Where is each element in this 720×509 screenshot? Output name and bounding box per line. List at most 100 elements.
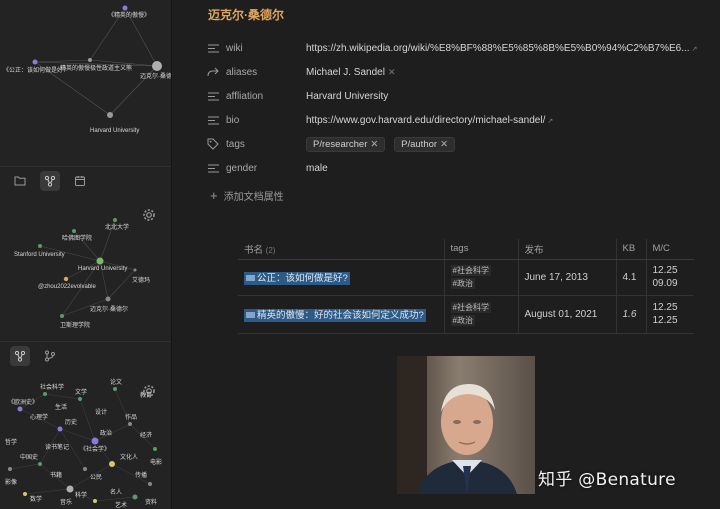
svg-text:影像: 影像 (5, 478, 17, 486)
graph-node-label: 迈克尔·桑德尔 (140, 72, 172, 80)
folder-icon (14, 176, 26, 186)
tags-cell: #社会科学 #政治 (444, 259, 519, 296)
page-title[interactable]: 迈克尔·桑德尔 (208, 6, 284, 23)
property-value-tags: P/researcher ✕ P/author ✕ (306, 136, 716, 152)
tag-link[interactable]: #政治 (450, 315, 475, 326)
graph-tab-button[interactable] (40, 170, 60, 191)
svg-text:名人: 名人 (110, 488, 122, 496)
graph-node (32, 59, 38, 65)
plus-icon: + (210, 188, 218, 203)
property-key: wiki (226, 42, 243, 54)
svg-text:艺术: 艺术 (115, 501, 127, 509)
property-key: affliation (226, 90, 264, 102)
svg-text:论文: 论文 (110, 378, 122, 386)
book-icon (246, 275, 255, 282)
graph-node (96, 257, 104, 265)
table-row[interactable]: 精英的傲慢：好的社会该如何定义成功? #社会科学 #政治 August 01, 2… (238, 295, 694, 334)
tag-link[interactable]: #社会科学 (450, 265, 491, 276)
column-header-name[interactable]: 书名 (2) (238, 239, 445, 260)
property-row-wiki[interactable]: wiki https://zh.wikipedia.org/wiki/%E8%B… (206, 38, 716, 58)
remove-alias-icon[interactable]: ✕ (388, 67, 396, 77)
book-name-cell[interactable]: 公正：该如何做是好? (238, 259, 445, 296)
table-row[interactable]: 公正：该如何做是好? #社会科学 #政治 June 17, 2013 4.1 12… (238, 259, 694, 296)
external-link-icon: ↗ (691, 45, 698, 53)
svg-text:政治: 政治 (100, 429, 112, 437)
graph-node-label: Harvard University (90, 128, 139, 134)
remove-tag-icon[interactable]: ✕ (370, 139, 378, 150)
svg-text:作品: 作品 (125, 413, 137, 421)
tag-link[interactable]: #社会科学 (450, 302, 491, 313)
kb-cell: 1.6 (616, 295, 647, 334)
property-key: tags (226, 138, 245, 150)
svg-text:中国史: 中国史 (20, 453, 38, 461)
published-cell: June 17, 2013 (518, 259, 617, 296)
branch-mode-button[interactable] (40, 346, 60, 366)
svg-text:文学: 文学 (75, 388, 87, 396)
column-header-mc[interactable]: M/C (646, 239, 694, 260)
tag-link[interactable]: #政治 (450, 278, 475, 289)
svg-text:社会科学: 社会科学 (40, 383, 64, 391)
add-property-button[interactable]: + 添加文档属性 (210, 188, 284, 203)
tags-cell: #社会科学 #政治 (444, 295, 519, 334)
watermark-text: 知乎 @Benature (538, 470, 676, 490)
folder-tab-button[interactable] (10, 171, 30, 191)
graph-node (113, 218, 117, 222)
remove-tag-icon[interactable]: ✕ (440, 139, 448, 150)
graph-icon (14, 350, 26, 362)
svg-text:历史: 历史 (65, 418, 77, 426)
calendar-tab-button[interactable] (70, 171, 90, 191)
graph-node (105, 296, 111, 302)
property-row-affliation[interactable]: affliation Harvard University (206, 86, 716, 106)
graph-node (60, 314, 64, 318)
lines-icon (207, 92, 219, 100)
published-cell: August 01, 2021 (518, 295, 617, 334)
column-header-kb[interactable]: KB (616, 239, 647, 260)
svg-text:设计: 设计 (95, 408, 107, 416)
graph-node (122, 5, 128, 11)
tag-chip[interactable]: P/researcher ✕ (306, 136, 386, 152)
property-value-link[interactable]: https://zh.wikipedia.org/wiki/%E8%BF%88%… (306, 43, 716, 54)
graph-node-label: 《精英的傲慢》 (108, 11, 150, 19)
graph-node-label: 迈克尔·桑德尔 (90, 305, 128, 313)
main-editor: 迈克尔·桑德尔 wiki https://zh.wikipedia.org/wi… (172, 0, 720, 509)
svg-text:心理学: 心理学 (30, 413, 48, 421)
book-link[interactable]: 公正：该如何做是好? (244, 272, 350, 285)
property-row-tags[interactable]: tags P/researcher ✕ P/author ✕ (206, 134, 716, 154)
property-value[interactable]: male (306, 163, 716, 174)
property-value[interactable]: Michael J. Sandel ✕ (306, 67, 716, 78)
svg-text:教育: 教育 (140, 391, 152, 399)
property-key: gender (226, 162, 258, 174)
property-row-bio[interactable]: bio https://www.gov.harvard.edu/director… (206, 110, 716, 130)
book-link[interactable]: 精英的傲慢：好的社会该如何定义成功? (244, 309, 426, 322)
property-value-link[interactable]: https://www.gov.harvard.edu/directory/mi… (306, 115, 716, 126)
forward-arrow-icon (207, 67, 219, 77)
property-row-aliases[interactable]: aliases Michael J. Sandel ✕ (206, 62, 716, 82)
lines-icon (207, 116, 219, 124)
graph-canvas-global[interactable]: 《欧洲史》 社会科学 文学 论文 作品 心理学 历史 政治 哲学 经济 《社会学… (0, 369, 172, 509)
graph-mode-button[interactable] (10, 345, 30, 366)
graph-canvas-local[interactable]: 北北大学 哈佛图学院 Stanford University Harvard U… (0, 194, 172, 340)
graph-pane-global[interactable]: 《欧洲史》 社会科学 文学 论文 作品 心理学 历史 政治 哲学 经济 《社会学… (0, 369, 172, 509)
book-name-cell[interactable]: 精英的傲慢：好的社会该如何定义成功? (238, 295, 445, 334)
graph-node-label: Stanford University (14, 252, 65, 258)
column-header-published[interactable]: 发布 (518, 239, 617, 260)
property-row-gender[interactable]: gender male (206, 158, 716, 178)
graph-node (38, 244, 42, 248)
graph-icon (44, 175, 56, 187)
graph-pane-local[interactable]: 北北大学 哈佛图学院 Stanford University Harvard U… (0, 194, 172, 340)
graph-node-label: 卫斯理学院 (60, 321, 90, 329)
svg-text:传播: 传播 (135, 471, 147, 479)
sidebar-tab-bar (0, 166, 171, 194)
column-header-tags[interactable]: tags (444, 239, 519, 260)
svg-text:经济: 经济 (140, 431, 152, 439)
tag-chip[interactable]: P/author ✕ (394, 136, 456, 152)
graph-canvas-top[interactable]: 《精英的傲慢》 《公正：该如何做是好？ 精英的傲慢极性政道主义熊 迈克尔·桑德尔… (0, 0, 172, 165)
left-sidebar: 《精英的傲慢》 《公正：该如何做是好？ 精英的傲慢极性政道主义熊 迈克尔·桑德尔… (0, 0, 172, 509)
property-value-link[interactable]: Harvard University (306, 91, 716, 102)
graph-node-label: 精英的傲慢极性政道主义熊 (60, 64, 132, 72)
graph-node (72, 229, 76, 233)
portrait-image (397, 356, 535, 494)
lines-icon (207, 164, 219, 172)
graph-pane-top[interactable]: 《精英的傲慢》 《公正：该如何做是好？ 精英的傲慢极性政道主义熊 迈克尔·桑德尔… (0, 0, 172, 165)
graph-node-label: 哈佛图学院 (62, 234, 92, 242)
